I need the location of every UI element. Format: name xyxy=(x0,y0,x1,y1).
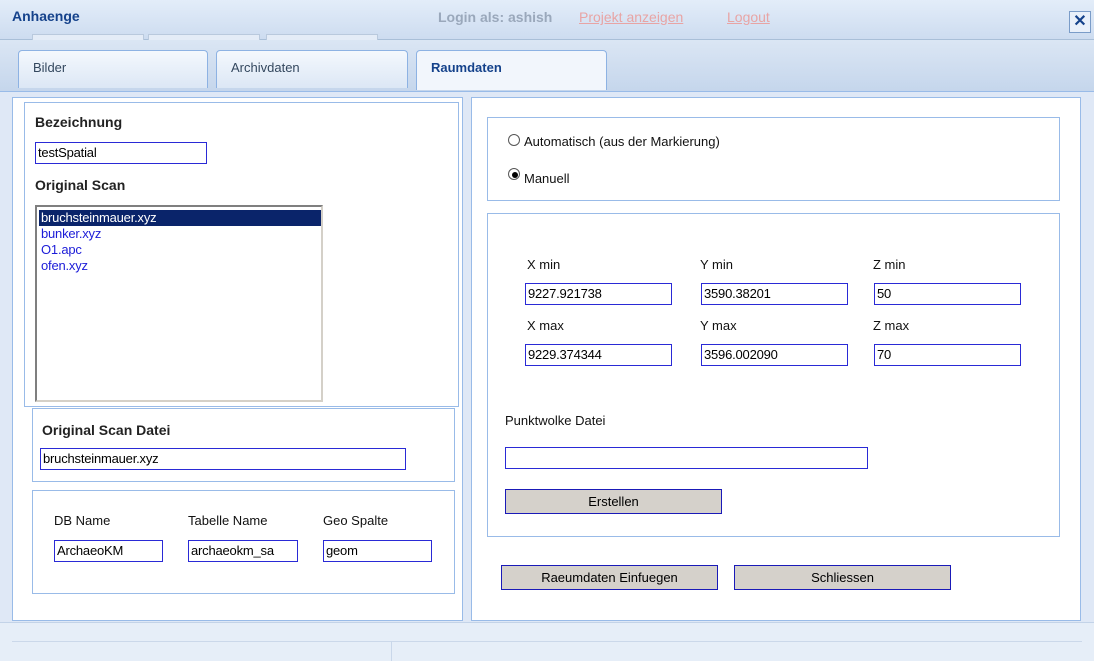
geo-spalte-label: Geo Spalte xyxy=(323,513,389,528)
zmin-label: Z min xyxy=(873,257,906,272)
list-item[interactable]: ofen.xyz xyxy=(39,258,88,274)
project-link[interactable]: Projekt anzeigen xyxy=(579,9,683,25)
raumdaten-einfuegen-button[interactable]: Raeumdaten Einfuegen xyxy=(501,565,718,590)
radio-manuell-label: Manuell xyxy=(524,171,570,186)
radio-automatisch-label: Automatisch (aus der Markierung) xyxy=(524,134,720,149)
logout-link[interactable]: Logout xyxy=(727,9,770,25)
zmax-field[interactable]: 70 xyxy=(874,344,1021,366)
scan-file-group xyxy=(32,408,455,482)
zmin-field[interactable]: 50 xyxy=(874,283,1021,305)
tab-archivdaten[interactable]: Archivdaten xyxy=(216,50,408,88)
punktwolke-label: Punktwolke Datei xyxy=(505,413,606,428)
geo-spalte-field[interactable]: geom xyxy=(323,540,432,562)
bezeichnung-label: Bezeichnung xyxy=(35,114,123,130)
ymax-label: Y max xyxy=(700,318,737,333)
tab-bilder[interactable]: Bilder xyxy=(18,50,208,88)
window-title: Anhaenge xyxy=(12,8,80,24)
radio-automatisch[interactable] xyxy=(508,134,520,146)
mode-group xyxy=(487,117,1060,201)
erstellen-button[interactable]: Erstellen xyxy=(505,489,722,514)
bezeichnung-field[interactable]: testSpatial xyxy=(35,142,207,164)
close-icon[interactable]: ✕ xyxy=(1069,11,1091,33)
xmin-label: X min xyxy=(527,257,561,272)
xmin-field[interactable]: 9227.921738 xyxy=(525,283,672,305)
scan-datei-label: Original Scan Datei xyxy=(42,422,171,438)
original-scan-label: Original Scan xyxy=(35,177,126,193)
xmax-field[interactable]: 9229.374344 xyxy=(525,344,672,366)
punktwolke-field[interactable] xyxy=(505,447,868,469)
xmax-label: X max xyxy=(527,318,564,333)
list-item[interactable]: O1.apc xyxy=(39,242,82,258)
list-item[interactable]: bruchsteinmauer.xyz xyxy=(39,210,321,226)
scan-datei-field[interactable]: bruchsteinmauer.xyz xyxy=(40,448,406,470)
ymax-field[interactable]: 3596.002090 xyxy=(701,344,848,366)
tabelle-name-field[interactable]: archaeokm_sa xyxy=(188,540,298,562)
tab-raumdaten[interactable]: Raumdaten xyxy=(416,50,607,90)
list-item[interactable]: bunker.xyz xyxy=(39,226,101,242)
zmax-label: Z max xyxy=(873,318,910,333)
status-section xyxy=(12,641,392,661)
db-name-field[interactable]: ArchaeoKM xyxy=(54,540,163,562)
radio-selected-dot xyxy=(512,172,518,178)
radio-manuell[interactable] xyxy=(508,168,520,180)
tabelle-name-label: Tabelle Name xyxy=(188,513,268,528)
ymin-label: Y min xyxy=(700,257,733,272)
schliessen-button[interactable]: Schliessen xyxy=(734,565,951,590)
login-status-text: Login als: ashish xyxy=(438,9,553,25)
db-name-label: DB Name xyxy=(54,513,111,528)
ymin-field[interactable]: 3590.38201 xyxy=(701,283,848,305)
